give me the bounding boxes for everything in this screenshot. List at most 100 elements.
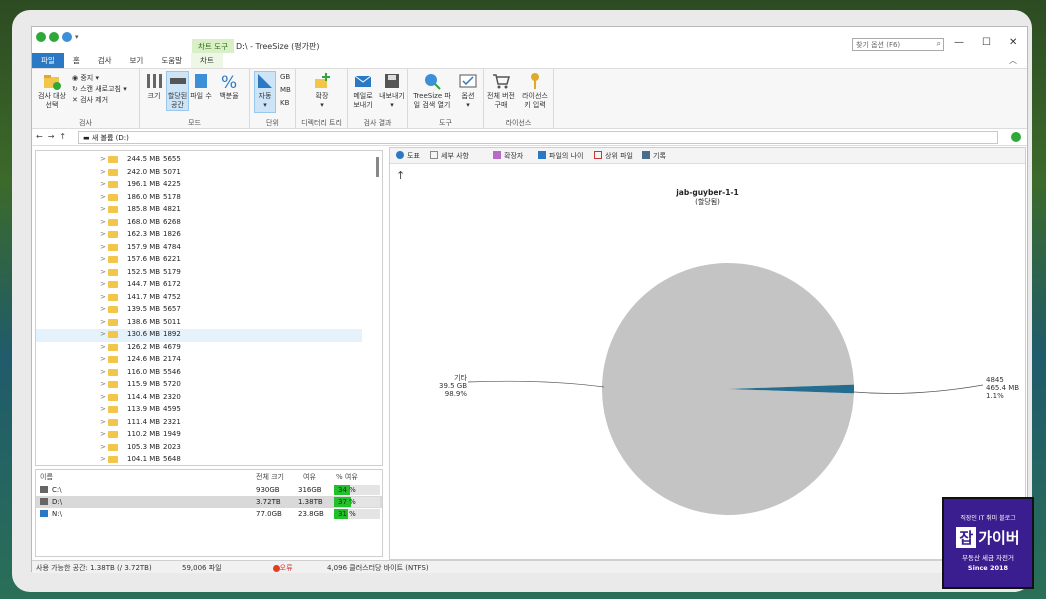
tree-row[interactable]: >116.0 MB 5546 <box>36 367 362 380</box>
tree-row[interactable]: >113.9 MB 4595 <box>36 404 362 417</box>
tree-row[interactable]: >114.4 MB 2320 <box>36 392 362 405</box>
customize-toolbar-icon[interactable]: ▾ <box>75 33 79 41</box>
tree-row[interactable]: >139.5 MB 5657 <box>36 304 362 317</box>
tree-row[interactable]: >162.3 MB 1826 <box>36 229 362 242</box>
refresh-quick-icon[interactable] <box>62 32 72 42</box>
tree-row[interactable]: >144.7 MB 6172 <box>36 279 362 292</box>
tab-home[interactable]: 홈 <box>64 53 89 68</box>
tree-row-count: 5179 <box>163 267 181 276</box>
tab-file[interactable]: 파일 <box>32 53 64 68</box>
unit-auto-button[interactable]: 자동 ▾ <box>254 71 276 113</box>
close-button[interactable]: ✕ <box>1009 37 1017 48</box>
tree-row[interactable]: >186.0 MB 5178 <box>36 192 362 205</box>
chevron-right-icon[interactable]: > <box>100 193 106 201</box>
tree-row[interactable]: >141.7 MB 4752 <box>36 292 362 305</box>
tree-row[interactable]: >152.5 MB 5179 <box>36 267 362 280</box>
tab-help[interactable]: 도움말 <box>152 53 191 68</box>
tree-row[interactable]: >104.1 MB 5648 <box>36 454 362 465</box>
license-key-button[interactable]: 라이선스 키 입력 <box>518 72 552 110</box>
tree-row[interactable]: >168.0 MB 6268 <box>36 217 362 230</box>
col-free-header[interactable]: 여유 <box>303 472 316 482</box>
unit-mb-button[interactable]: MB <box>280 86 291 94</box>
drive-row[interactable]: D:\ 3.72TB 1.38TB 37 % <box>36 496 382 508</box>
tree-row[interactable]: >130.6 MB 1892 <box>36 329 362 342</box>
tree-row[interactable]: >196.1 MB 4225 <box>36 179 362 192</box>
chevron-right-icon[interactable]: > <box>100 380 106 388</box>
status-errors[interactable]: 4 오류 <box>273 563 293 573</box>
col-pct-header[interactable]: % 여유 <box>336 472 358 482</box>
stop-button[interactable]: ◉ 중지 ▾ <box>72 73 99 83</box>
expand-button[interactable]: 확장 ▾ <box>308 72 336 110</box>
export-button[interactable]: 내보내기 ▾ <box>378 72 406 110</box>
chevron-right-icon[interactable]: > <box>100 343 106 351</box>
tree-row[interactable]: >157.9 MB 4784 <box>36 242 362 255</box>
chevron-right-icon[interactable]: > <box>100 418 106 426</box>
tree-row[interactable]: >244.5 MB 5655 <box>36 154 362 167</box>
chevron-right-icon[interactable]: > <box>100 305 106 313</box>
refresh-scan-button[interactable]: ↻ 스캔 새로고침 ▾ <box>72 84 127 94</box>
chevron-right-icon[interactable]: > <box>100 255 106 263</box>
chevron-right-icon[interactable]: > <box>100 180 106 188</box>
tree-row[interactable]: >124.6 MB 2174 <box>36 354 362 367</box>
chevron-right-icon[interactable]: > <box>100 243 106 251</box>
tab-chart[interactable]: 차트 <box>191 53 223 68</box>
chevron-right-icon[interactable]: > <box>100 355 106 363</box>
mode-percent-button[interactable]: % 백분율 <box>214 72 244 101</box>
search-field[interactable]: 찾기 옵션 (F6) ⌕ <box>852 38 944 51</box>
tree-scrollbar[interactable] <box>376 157 379 177</box>
drive-row[interactable]: N:\ 77.0GB 23.8GB 31 % <box>36 508 382 520</box>
go-icon[interactable] <box>1011 132 1021 142</box>
col-name-header[interactable]: 이름 <box>40 472 53 482</box>
chevron-right-icon[interactable]: > <box>100 230 106 238</box>
tree-row[interactable]: >242.0 MB 5071 <box>36 167 362 180</box>
tree-row[interactable]: >111.4 MB 2321 <box>36 417 362 430</box>
tree-row[interactable]: >115.9 MB 5720 <box>36 379 362 392</box>
tab-scan[interactable]: 검사 <box>89 53 121 68</box>
chevron-right-icon[interactable]: > <box>100 218 106 226</box>
path-field[interactable]: ▬ 새 볼륨 (D:) <box>78 131 998 144</box>
mode-allocated-button[interactable]: 할당된 공간 <box>166 71 189 111</box>
buy-full-version-button[interactable]: 전체 버전 구매 <box>486 72 516 110</box>
tree-row[interactable]: >138.6 MB 5011 <box>36 317 362 330</box>
chevron-right-icon[interactable]: > <box>100 393 106 401</box>
folder-icon <box>108 306 118 313</box>
email-button[interactable]: 메일로 보내기 <box>350 72 376 110</box>
forward-icon[interactable]: → <box>48 132 60 141</box>
tree-row[interactable]: >126.2 MB 4679 <box>36 342 362 355</box>
search-icon[interactable]: ⌕ <box>937 39 941 49</box>
tree-row[interactable]: >157.6 MB 6221 <box>36 254 362 267</box>
mode-size-button[interactable]: 크기 <box>143 72 165 101</box>
back-icon[interactable]: ← <box>36 132 48 141</box>
options-button[interactable]: 옵션 ▾ <box>456 72 480 110</box>
tree-row[interactable]: >110.2 MB 1949 <box>36 429 362 442</box>
mode-files-button[interactable]: 파일 수 <box>190 72 212 101</box>
chevron-right-icon[interactable]: > <box>100 430 106 438</box>
chevron-right-icon[interactable]: > <box>100 268 106 276</box>
chevron-right-icon[interactable]: > <box>100 368 106 376</box>
treesize-file-search-button[interactable]: TreeSize 파일 검색 열기 <box>410 72 454 110</box>
chevron-right-icon[interactable]: > <box>100 330 106 338</box>
chevron-right-icon[interactable]: > <box>100 280 106 288</box>
scan-quick-icon[interactable] <box>49 32 59 42</box>
chevron-right-icon[interactable]: > <box>100 318 106 326</box>
chevron-right-icon[interactable]: > <box>100 443 106 451</box>
tree-row[interactable]: >105.3 MB 2023 <box>36 442 362 455</box>
collapse-ribbon-icon[interactable]: ︿ <box>1009 55 1017 66</box>
chevron-right-icon[interactable]: > <box>100 205 106 213</box>
drive-row[interactable]: C:\ 930GB 316GB 34 % <box>36 484 382 496</box>
scan-target-button[interactable]: 검사 대상 선택 <box>35 72 69 110</box>
maximize-button[interactable]: ☐ <box>982 37 991 48</box>
col-total-header[interactable]: 전체 크기 <box>256 472 284 482</box>
chevron-right-icon[interactable]: > <box>100 455 106 463</box>
chevron-right-icon[interactable]: > <box>100 155 106 163</box>
chevron-right-icon[interactable]: > <box>100 168 106 176</box>
minimize-button[interactable]: — <box>954 37 964 48</box>
remove-scan-button[interactable]: ✕ 검사 제거 <box>72 95 108 105</box>
unit-gb-button[interactable]: GB <box>280 73 290 81</box>
chevron-right-icon[interactable]: > <box>100 293 106 301</box>
up-icon[interactable]: ↑ <box>59 132 71 141</box>
tree-row[interactable]: >185.8 MB 4821 <box>36 204 362 217</box>
tab-view[interactable]: 보기 <box>121 53 153 68</box>
chevron-right-icon[interactable]: > <box>100 405 106 413</box>
unit-kb-button[interactable]: KB <box>280 99 289 107</box>
